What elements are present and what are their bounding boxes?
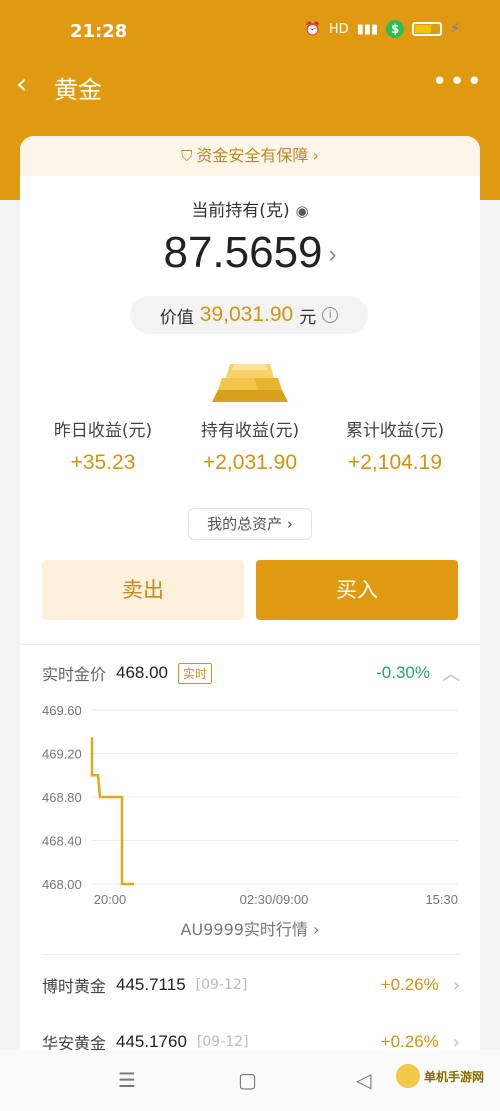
status-bar: 21:28 ⏰ HD ▮▮▮ $ ⚡ bbox=[0, 0, 500, 52]
gold-card: ⛉ 资金安全有保障 › 当前持有(克) ◉ 87.5659 › 价值 39,031.90… bbox=[20, 136, 480, 1111]
chevron-right-icon: › bbox=[452, 974, 460, 996]
watermark-text: 单机手游网 bbox=[424, 1069, 485, 1084]
info-icon[interactable]: i bbox=[322, 307, 339, 323]
y-tick-label: 468.40 bbox=[42, 834, 82, 849]
earning-value: +2,031.90 bbox=[202, 451, 297, 474]
chevron-right-icon: › bbox=[313, 920, 320, 939]
battery-icon bbox=[412, 22, 443, 36]
price-chart: 469.60 469.20 468.80 468.40 468.00 20:00 02:30… bbox=[42, 703, 458, 907]
total-assets-button[interactable]: 我的总资产 › bbox=[188, 508, 312, 540]
signal-icon: ▮▮▮ bbox=[356, 21, 379, 37]
divider bbox=[20, 644, 480, 645]
au9999-link[interactable]: AU9999实时行情 › bbox=[20, 916, 480, 940]
earning-total: 累计收益(元) +2,104.19 bbox=[320, 416, 470, 475]
fund-date: [09-12] bbox=[195, 977, 248, 993]
total-assets-label: 我的总资产 bbox=[207, 515, 283, 533]
watermark: 单机手游网 bbox=[396, 1064, 484, 1088]
chevron-up-icon[interactable]: ︿ bbox=[442, 660, 460, 686]
price-series-line bbox=[90, 737, 134, 886]
value-amount: 39,031.90 bbox=[199, 303, 294, 326]
y-tick-label: 469.60 bbox=[42, 703, 82, 718]
holding-amount: 87.5659 bbox=[163, 228, 323, 277]
y-tick-label: 469.20 bbox=[42, 747, 82, 762]
realtime-label: 实时金价 bbox=[42, 665, 107, 684]
alarm-icon: ⏰ bbox=[304, 21, 321, 37]
value-pill: 价值 39,031.90 元 i bbox=[130, 296, 368, 334]
realtime-change: -0.30% bbox=[376, 663, 430, 682]
value-unit: 元 bbox=[299, 307, 317, 328]
back-icon[interactable]: ‹ bbox=[16, 70, 27, 98]
menu-icon[interactable]: ☰ bbox=[118, 1068, 136, 1092]
holding-amount-row[interactable]: 87.5659 › bbox=[20, 228, 480, 278]
fund-date: [09-12] bbox=[196, 1034, 249, 1050]
holding-label: 当前持有(克) bbox=[191, 201, 290, 221]
more-icon[interactable]: ••• bbox=[432, 69, 484, 95]
earning-holding: 持有收益(元) +2,031.90 bbox=[175, 416, 325, 475]
holding-label-row: 当前持有(克) ◉ bbox=[20, 196, 480, 221]
chevron-right-icon: › bbox=[312, 146, 319, 165]
fund-change: +0.26% bbox=[380, 975, 439, 994]
fund-nav: 445.7115 bbox=[116, 975, 186, 994]
hd-icon: HD bbox=[328, 21, 349, 37]
shield-icon: ⛉ bbox=[181, 147, 193, 165]
dollar-icon: $ bbox=[386, 20, 405, 38]
realtime-price-row: 实时金价 468.00 实时 -0.30% ︿ bbox=[42, 658, 460, 688]
x-tick-label: 02:30/09:00 bbox=[240, 892, 309, 907]
value-label: 价值 bbox=[159, 307, 194, 328]
earning-yesterday: 昨日收益(元) +35.23 bbox=[28, 416, 178, 475]
home-icon[interactable]: ▢ bbox=[238, 1068, 257, 1092]
back-triangle-icon[interactable]: ◁ bbox=[356, 1068, 371, 1092]
realtime-price: 468.00 bbox=[116, 663, 169, 682]
realtime-tag: 实时 bbox=[178, 662, 213, 684]
chevron-right-icon: › bbox=[286, 515, 293, 533]
y-tick-label: 468.80 bbox=[42, 790, 82, 805]
charging-icon: ⚡ bbox=[450, 21, 460, 37]
x-tick-label: 20:00 bbox=[94, 892, 127, 907]
fund-change: +0.26% bbox=[380, 1032, 439, 1051]
x-tick-label: 15:30 bbox=[425, 892, 458, 907]
earning-value: +35.23 bbox=[70, 451, 136, 474]
earning-label: 累计收益(元) bbox=[345, 421, 445, 441]
page-title: 黄金 bbox=[54, 76, 102, 104]
chevron-right-icon: › bbox=[328, 241, 337, 269]
au9999-label: AU9999实时行情 bbox=[180, 920, 308, 939]
safety-text: 资金安全有保障 bbox=[196, 146, 309, 165]
divider bbox=[42, 954, 460, 955]
app-header: ‹ 黄金 ••• bbox=[0, 52, 500, 120]
earning-value: +2,104.19 bbox=[347, 451, 442, 474]
fund-name: 博时黄金 bbox=[42, 977, 107, 996]
fund-nav: 445.1760 bbox=[116, 1032, 187, 1051]
earning-label: 昨日收益(元) bbox=[53, 421, 153, 441]
gold-bar-icon bbox=[212, 364, 288, 402]
buy-button[interactable]: 买入 bbox=[256, 560, 458, 620]
eye-icon[interactable]: ◉ bbox=[296, 202, 309, 220]
fund-row[interactable]: 博时黄金 445.7115 [09-12] +0.26% › bbox=[42, 970, 460, 1000]
sell-button[interactable]: 卖出 bbox=[42, 560, 244, 620]
status-time: 21:28 bbox=[70, 21, 128, 42]
watermark-logo bbox=[396, 1064, 420, 1088]
safety-banner[interactable]: ⛉ 资金安全有保障 › bbox=[20, 136, 480, 176]
y-tick-label: 468.00 bbox=[42, 877, 82, 892]
earning-label: 持有收益(元) bbox=[200, 421, 300, 441]
status-icons: ⏰ HD ▮▮▮ $ ⚡ bbox=[305, 20, 460, 38]
